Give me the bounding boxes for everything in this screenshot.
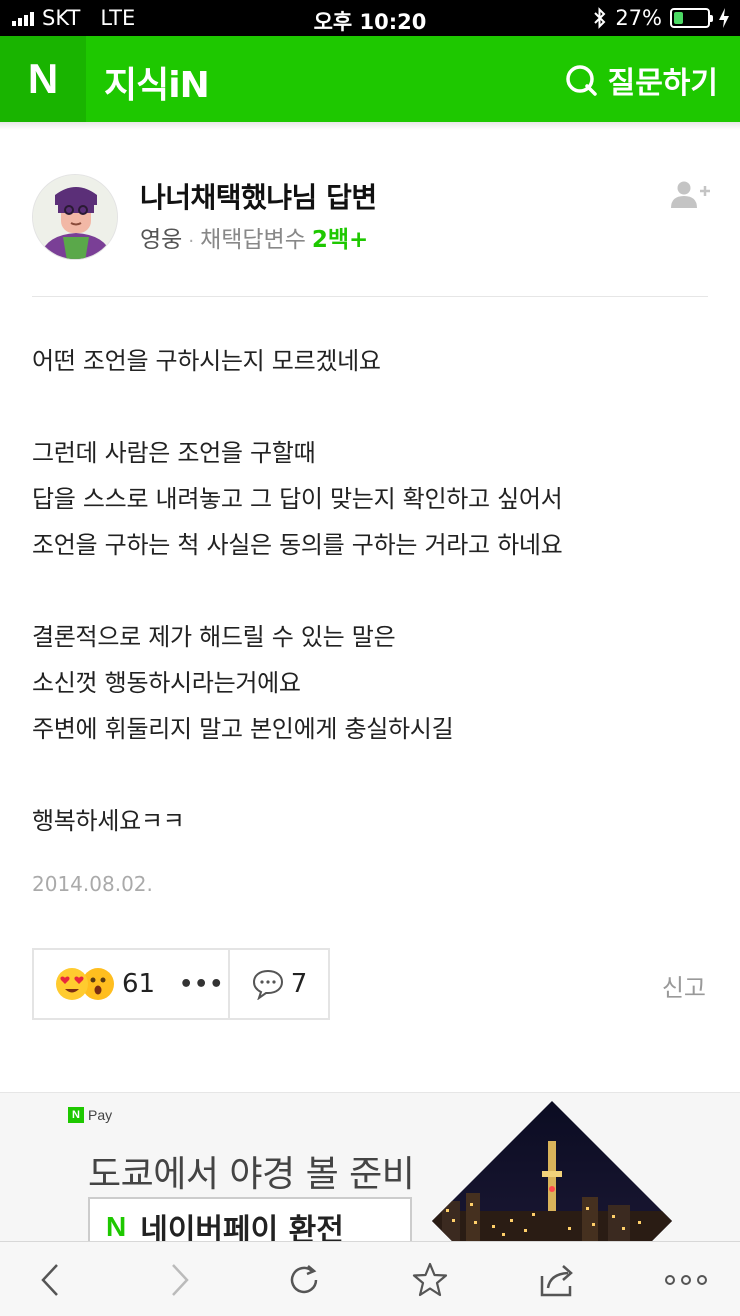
answer-line: 소신껏 행동하시라는거에요 bbox=[32, 669, 301, 697]
answer-author-title[interactable]: 나너채택했냐님 답변 bbox=[140, 176, 377, 216]
naver-logo[interactable]: N bbox=[0, 36, 86, 122]
reaction-more-icon[interactable]: ••• bbox=[179, 972, 224, 997]
report-button[interactable]: 신고 bbox=[662, 968, 706, 1003]
battery-percent: 27% bbox=[615, 6, 662, 30]
ask-question-button[interactable]: 질문하기 bbox=[564, 58, 718, 102]
answer-line bbox=[32, 568, 712, 614]
answer-line: 그런데 사람은 조언을 구할때 bbox=[32, 439, 316, 467]
charging-icon bbox=[719, 8, 729, 28]
browser-toolbar bbox=[0, 1241, 740, 1316]
reaction-count: 61 bbox=[122, 969, 156, 999]
author-rank: 영웅 bbox=[140, 227, 183, 253]
ad-headline: 도쿄에서 야경 볼 준비 bbox=[88, 1154, 415, 1195]
forward-icon bbox=[172, 1264, 189, 1296]
back-button[interactable] bbox=[30, 1260, 70, 1300]
status-bar: SKT LTE 오후 10:20 27% bbox=[0, 0, 740, 36]
more-menu-button[interactable] bbox=[664, 1260, 708, 1300]
author-meta: 영웅 · 채택답변수 2백+ bbox=[140, 220, 368, 254]
search-q-icon bbox=[565, 65, 597, 96]
refresh-button[interactable] bbox=[284, 1260, 324, 1300]
profile-divider bbox=[32, 296, 708, 297]
ad-banner[interactable]: N Pay 도쿄에서 야경 볼 준비 N 네이버페이 환전 bbox=[0, 1093, 740, 1243]
back-icon bbox=[41, 1264, 58, 1296]
ad-cta-button[interactable]: N 네이버페이 환전 bbox=[88, 1197, 412, 1243]
answer-line: 행복하세요ㅋㅋ bbox=[32, 807, 185, 835]
header-divider bbox=[0, 122, 740, 130]
answer-line bbox=[32, 384, 712, 430]
reaction-bar: 61 ••• 7 bbox=[32, 948, 330, 1020]
npay-label: Pay bbox=[88, 1107, 113, 1123]
battery-icon bbox=[670, 8, 713, 28]
heart-eyes-emoji-icon bbox=[56, 968, 88, 1000]
npay-badge: N Pay bbox=[68, 1107, 112, 1123]
service-title[interactable]: 지식iN bbox=[104, 56, 210, 108]
refresh-icon bbox=[290, 1265, 318, 1294]
follow-button[interactable] bbox=[670, 180, 710, 214]
ask-question-label: 질문하기 bbox=[607, 66, 718, 101]
answer-line: 주변에 휘둘리지 말고 본인에게 충실하시길 bbox=[32, 715, 454, 743]
answer-body: 어떤 조언을 구하시는지 모르겠네요 그런데 사람은 조언을 구할때 답을 스스… bbox=[32, 338, 712, 844]
comment-button[interactable]: 7 bbox=[230, 950, 328, 1018]
forward-button[interactable] bbox=[160, 1260, 200, 1300]
answer-line: 결론적으로 제가 해드릴 수 있는 말은 bbox=[32, 623, 396, 651]
meta-separator: · bbox=[188, 231, 195, 252]
share-button[interactable] bbox=[538, 1260, 578, 1300]
selected-answers-count: 2백+ bbox=[311, 227, 369, 253]
ad-cta-label: 네이버페이 환전 bbox=[140, 1213, 344, 1243]
reaction-button[interactable]: 61 ••• bbox=[34, 950, 230, 1018]
bookmark-star-icon bbox=[412, 1262, 448, 1297]
naver-pay-n-icon: N bbox=[106, 1211, 127, 1242]
selected-answers-label: 채택답변수 bbox=[200, 227, 306, 253]
bookmark-button[interactable] bbox=[410, 1260, 450, 1300]
more-icon bbox=[665, 1275, 707, 1285]
answer-line: 답을 스스로 내려놓고 그 답이 맞는지 확인하고 싶어서 bbox=[32, 485, 563, 513]
answer-date: 2014.08.02. bbox=[32, 872, 153, 896]
avatar[interactable] bbox=[32, 174, 118, 260]
comment-count: 7 bbox=[290, 969, 308, 999]
app-header: N 지식iN 질문하기 bbox=[0, 36, 740, 122]
share-icon bbox=[540, 1265, 573, 1297]
bluetooth-icon bbox=[594, 7, 606, 29]
answer-line: 어떤 조언을 구하시는지 모르겠네요 bbox=[32, 347, 381, 375]
answer-line: 조언을 구하는 척 사실은 동의를 구하는 거라고 하네요 bbox=[32, 531, 563, 559]
add-person-icon bbox=[671, 181, 710, 208]
night-city-image bbox=[432, 1101, 672, 1243]
npay-n-logo: N bbox=[68, 1107, 84, 1123]
answer-line bbox=[32, 752, 712, 798]
comment-icon bbox=[252, 969, 283, 1000]
